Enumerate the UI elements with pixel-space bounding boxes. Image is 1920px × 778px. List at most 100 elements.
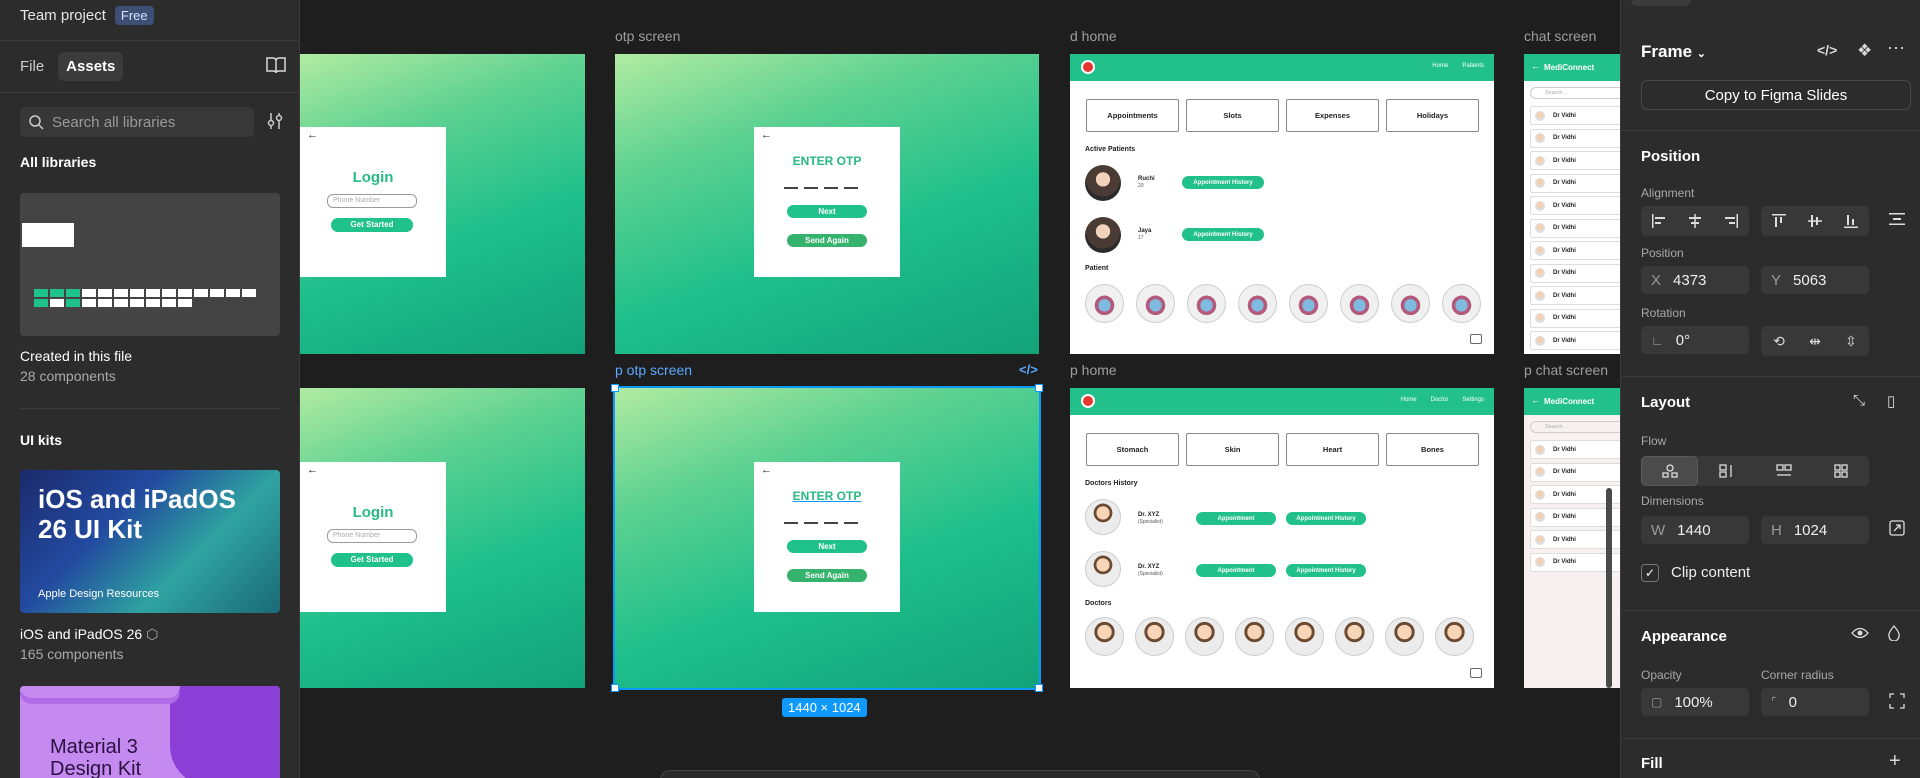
align-right-icon[interactable]: [1713, 206, 1749, 236]
droplet-icon[interactable]: [1887, 625, 1901, 645]
frame-otp-screen[interactable]: ← ENTER OTP Next Send Again: [615, 54, 1039, 354]
contact-name: Dr Vidhi: [1553, 315, 1576, 321]
collapse-icon[interactable]: ⤡: [1853, 392, 1865, 409]
chat-contact-item: Dr Vidhi: [1530, 128, 1620, 148]
holidays-button: Holidays: [1386, 99, 1479, 132]
resize-to-fit-icon[interactable]: [1889, 520, 1905, 540]
resize-handle-br[interactable]: [1035, 684, 1043, 692]
rotate-icon[interactable]: ⟲: [1761, 326, 1797, 356]
library-book-icon[interactable]: [266, 56, 286, 74]
bottom-toolbar[interactable]: [660, 770, 1260, 778]
frame-label-chat[interactable]: chat screen: [1524, 28, 1596, 44]
plan-badge: Free: [114, 6, 154, 25]
code-icon[interactable]: </>: [1019, 362, 1038, 377]
next-button: Next: [787, 540, 867, 553]
x-value[interactable]: 4373: [1673, 272, 1706, 289]
align-top-icon[interactable]: [1761, 206, 1797, 236]
frame-label-p-otp[interactable]: p otp screen: [615, 362, 692, 378]
frame-type-selector[interactable]: Frame ⌄: [1641, 42, 1706, 62]
add-fill-icon[interactable]: +: [1889, 750, 1901, 773]
rotation-value[interactable]: 0°: [1676, 332, 1690, 349]
contact-avatar-icon: [1535, 444, 1545, 455]
library-search[interactable]: [20, 107, 254, 137]
resize-handle-tl[interactable]: [611, 384, 619, 392]
flip-horizontal-icon[interactable]: ⇹: [1797, 326, 1833, 356]
angle-icon: ∟: [1651, 332, 1664, 348]
project-name[interactable]: Team project: [20, 7, 106, 24]
frame-label-p-home[interactable]: p home: [1070, 362, 1117, 378]
login-title: Login: [352, 169, 394, 186]
align-bottom-icon[interactable]: [1833, 206, 1869, 236]
doctor-avatar: [1085, 499, 1121, 535]
copy-to-figma-slides-button[interactable]: Copy to Figma Slides: [1641, 80, 1911, 110]
contact-name: Dr Vidhi: [1553, 514, 1576, 520]
frame-d-home[interactable]: Home Patients Appointments Slots Expenses…: [1070, 54, 1494, 354]
doctor-illustration: [1235, 617, 1274, 656]
flow-vertical-icon[interactable]: [1698, 456, 1755, 486]
y-value[interactable]: 5063: [1793, 272, 1826, 289]
frame-chat-screen[interactable]: ← MediConnect Search... Dr Vidhi Dr Vidhi D…: [1524, 54, 1620, 354]
frame-p-otp-screen[interactable]: ← ENTER OTP Next Send Again: [613, 386, 1041, 690]
align-center-horizontal-icon[interactable]: [1677, 206, 1713, 236]
corner-radius-value[interactable]: 0: [1789, 694, 1797, 711]
component-icon[interactable]: ❖: [1857, 41, 1872, 61]
filter-icon[interactable]: [266, 112, 284, 130]
material-kit-card[interactable]: Material 3 Design Kit: [20, 686, 280, 778]
properties-panel: Frame ⌄ </> ❖ ⋯ Copy to Figma Slides Pos…: [1620, 0, 1920, 778]
code-icon[interactable]: </>: [1817, 42, 1837, 58]
more-options-icon[interactable]: ⋯: [1887, 38, 1905, 59]
file-library-thumbnail[interactable]: [20, 193, 280, 336]
frame-label-otp[interactable]: otp screen: [615, 28, 680, 44]
frame-login-2[interactable]: ← Login Phone Number Get Started: [300, 388, 585, 688]
appointment-history-button: Appointment History: [1286, 512, 1366, 525]
tab-assets[interactable]: Assets: [58, 52, 124, 81]
contact-name: Dr Vidhi: [1553, 469, 1576, 475]
width-field[interactable]: W 1440: [1641, 516, 1749, 544]
tab-design[interactable]: [1631, 0, 1691, 6]
clip-content-checkbox[interactable]: ✓: [1641, 564, 1659, 582]
doctor-name: Dr. XYZ (Specialist): [1138, 564, 1163, 577]
ios-kit-title[interactable]: iOS and iPadOS 26 ⬡: [20, 626, 158, 643]
canvas-scrollbar[interactable]: [1606, 488, 1612, 688]
doctors-history-heading: Doctors History: [1085, 480, 1138, 487]
left-sidebar: Team project Free File Assets All librar…: [0, 0, 300, 778]
frame-login[interactable]: ← Login Phone Number Get Started: [300, 54, 585, 354]
independent-corners-icon[interactable]: [1889, 693, 1905, 713]
y-position-field[interactable]: Y 5063: [1761, 266, 1869, 294]
login-card: ← Login Phone Number Get Started: [300, 127, 446, 277]
flow-horizontal-icon[interactable]: [1755, 456, 1812, 486]
doctor-avatar-row: [1085, 617, 1474, 656]
project-header[interactable]: Team project Free: [20, 6, 154, 25]
align-left-icon[interactable]: [1641, 206, 1677, 236]
file-library-title[interactable]: Created in this file: [20, 348, 132, 364]
ios-kit-card[interactable]: iOS and iPadOS 26 UI Kit Apple Design Re…: [20, 470, 280, 613]
divider: [0, 92, 299, 93]
active-patients-heading: Active Patients: [1085, 146, 1136, 153]
opacity-value[interactable]: 100%: [1674, 694, 1712, 711]
flow-grid-icon[interactable]: [1812, 456, 1869, 486]
doctor-illustration: [1435, 617, 1474, 656]
flow-freeform-icon[interactable]: [1641, 456, 1698, 486]
frame-p-home[interactable]: Home Doctor Settings Stomach Skin Heart Bo…: [1070, 388, 1494, 688]
eye-icon[interactable]: [1851, 626, 1869, 644]
opacity-field[interactable]: ▢ 100%: [1641, 688, 1749, 716]
auto-layout-icon[interactable]: ▯: [1887, 392, 1895, 410]
corner-radius-field[interactable]: ⌜ 0: [1761, 688, 1869, 716]
rotation-label: Rotation: [1641, 306, 1686, 320]
rotation-field[interactable]: ∟ 0°: [1641, 326, 1749, 354]
width-value[interactable]: 1440: [1677, 522, 1710, 539]
tab-file[interactable]: File: [12, 52, 52, 81]
resize-handle-bl[interactable]: [611, 684, 619, 692]
resize-handle-tr[interactable]: [1035, 384, 1043, 392]
height-value[interactable]: 1024: [1794, 522, 1827, 539]
design-canvas[interactable]: ← Login Phone Number Get Started otp scr…: [300, 0, 1620, 778]
x-position-field[interactable]: X 4373: [1641, 266, 1749, 294]
height-field[interactable]: H 1024: [1761, 516, 1869, 544]
align-middle-icon[interactable]: [1797, 206, 1833, 236]
frame-label-p-chat[interactable]: p chat screen: [1524, 362, 1608, 378]
flip-vertical-icon[interactable]: ⇳: [1833, 326, 1869, 356]
patient-heading: Patient: [1085, 265, 1109, 272]
search-input[interactable]: [52, 113, 242, 131]
distribute-icon[interactable]: [1889, 211, 1905, 231]
frame-label-d-home[interactable]: d home: [1070, 28, 1117, 44]
